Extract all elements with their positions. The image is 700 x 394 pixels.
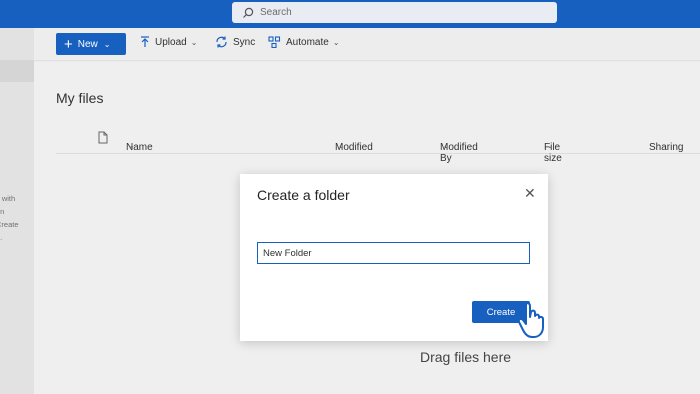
- create-folder-dialog: Create a folder ✕ Create: [240, 174, 548, 341]
- dialog-title: Create a folder: [257, 187, 350, 203]
- pointer-cursor-icon: [516, 300, 550, 340]
- folder-name-input[interactable]: [257, 242, 530, 264]
- close-icon[interactable]: ✕: [524, 186, 536, 200]
- dialog-overlay: Create a folder ✕ Create: [0, 0, 700, 394]
